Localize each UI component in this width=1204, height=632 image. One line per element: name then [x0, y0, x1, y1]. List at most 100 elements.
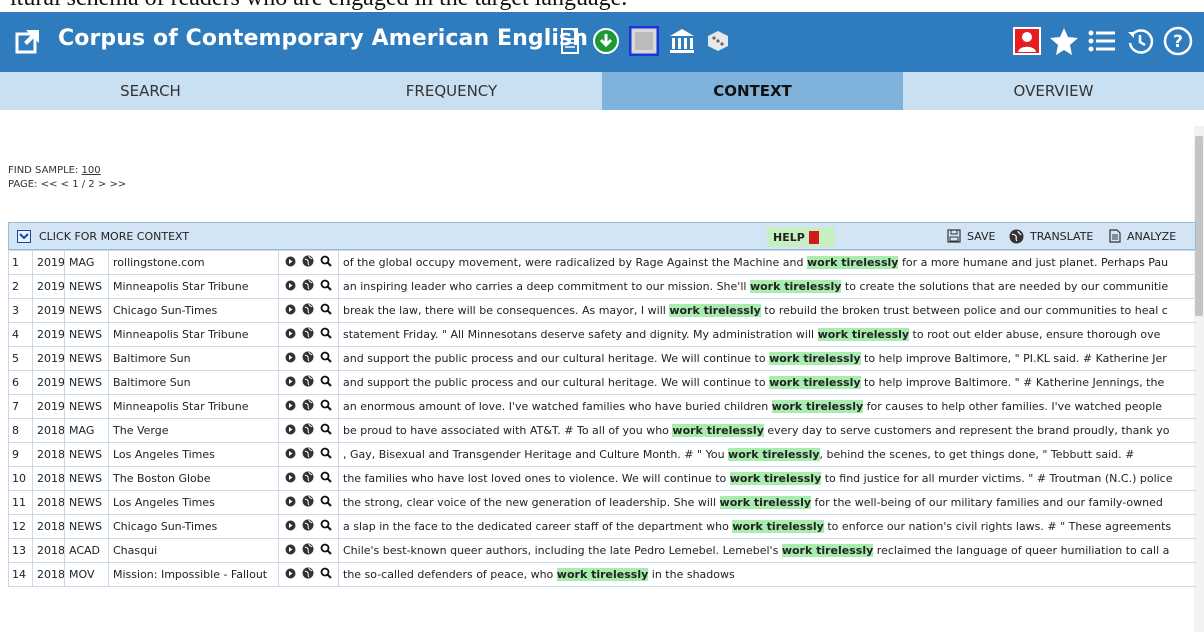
row-source[interactable]: The Verge — [108, 418, 279, 443]
download-icon[interactable] — [590, 25, 622, 57]
magnifier-icon[interactable] — [320, 327, 332, 339]
table-row[interactable]: 2 2019 NEWS Minneapolis Star Tribune an ins… — [8, 274, 1196, 299]
play-icon[interactable] — [285, 520, 296, 531]
table-row[interactable]: 14 2018 MOV Mission: Impossible - Fallout t… — [8, 562, 1196, 587]
more-context-label[interactable]: CLICK FOR MORE CONTEXT — [39, 230, 189, 243]
row-context[interactable]: , Gay, Bisexual and Transgender Heritage… — [338, 442, 1196, 467]
keyword-hit[interactable]: work tirelessly — [771, 400, 864, 413]
document-icon[interactable] — [554, 25, 586, 57]
history-icon[interactable] — [1124, 25, 1156, 57]
row-source[interactable]: Los Angeles Times — [108, 490, 279, 515]
play-icon[interactable] — [285, 328, 296, 339]
table-row[interactable]: 7 2019 NEWS Minneapolis Star Tribune an eno… — [8, 394, 1196, 419]
play-icon[interactable] — [285, 544, 296, 555]
scrollbar-thumb[interactable] — [1195, 136, 1203, 316]
tab-overview[interactable]: OVERVIEW — [903, 72, 1204, 110]
row-context[interactable]: an enormous amount of love. I've watched… — [338, 394, 1196, 419]
list-icon[interactable] — [1086, 25, 1118, 57]
keyword-hit[interactable]: work tirelessly — [749, 280, 842, 293]
dice-icon[interactable] — [702, 25, 734, 57]
table-row[interactable]: 9 2018 NEWS Los Angeles Times , Gay, Bisexu… — [8, 442, 1196, 467]
globe-icon[interactable] — [302, 351, 314, 363]
table-row[interactable]: 13 2018 ACAD Chasqui Chile's best-known que… — [8, 538, 1196, 563]
texture-icon[interactable] — [628, 25, 660, 57]
row-source[interactable]: Los Angeles Times — [108, 442, 279, 467]
keyword-hit[interactable]: work tirelessly — [669, 304, 761, 317]
keyword-hit[interactable]: work tirelessly — [769, 376, 861, 389]
table-row[interactable]: 8 2018 MAG The Verge be proud to have assoc… — [8, 418, 1196, 443]
play-icon[interactable] — [285, 424, 296, 435]
row-context[interactable]: statement Friday. " All Minnesotans dese… — [338, 322, 1196, 347]
globe-icon[interactable] — [302, 375, 314, 387]
star-icon[interactable] — [1048, 25, 1080, 57]
keyword-hit[interactable]: work tirelessly — [672, 424, 764, 437]
globe-icon[interactable] — [302, 567, 314, 579]
page-next-link[interactable]: > — [98, 179, 106, 190]
row-context[interactable]: an inspiring leader who carries a deep c… — [338, 274, 1196, 299]
keyword-hit[interactable]: work tirelessly — [817, 328, 910, 341]
magnifier-icon[interactable] — [320, 471, 332, 483]
table-row[interactable]: 5 2019 NEWS Baltimore Sun and support the p… — [8, 346, 1196, 371]
external-link-icon[interactable] — [14, 27, 42, 55]
row-source[interactable]: Chicago Sun-Times — [108, 298, 279, 323]
row-context[interactable]: the families who have lost loved ones to… — [338, 466, 1196, 491]
magnifier-icon[interactable] — [320, 255, 332, 267]
page-last-link[interactable]: >> — [109, 179, 126, 190]
globe-icon[interactable] — [302, 255, 314, 267]
table-row[interactable]: 1 2019 MAG rollingstone.com of the global o… — [8, 250, 1196, 275]
globe-icon[interactable] — [302, 495, 314, 507]
tab-frequency[interactable]: FREQUENCY — [301, 72, 602, 110]
keyword-hit[interactable]: work tirelessly — [728, 448, 820, 461]
globe-icon[interactable] — [302, 399, 314, 411]
globe-icon[interactable] — [302, 303, 314, 315]
magnifier-icon[interactable] — [320, 423, 332, 435]
translate-button[interactable]: TRANSLATE — [1009, 229, 1093, 244]
keyword-hit[interactable]: work tirelessly — [781, 544, 874, 557]
row-context[interactable]: and support the public process and our c… — [338, 346, 1196, 371]
row-source[interactable]: Minneapolis Star Tribune — [108, 322, 279, 347]
row-context[interactable]: of the global occupy movement, were radi… — [338, 250, 1196, 275]
magnifier-icon[interactable] — [320, 303, 332, 315]
globe-icon[interactable] — [302, 279, 314, 291]
row-source[interactable]: Chasqui — [108, 538, 279, 563]
play-icon[interactable] — [285, 568, 296, 579]
row-context[interactable]: break the law, there will be consequence… — [338, 298, 1196, 323]
keyword-hit[interactable]: work tirelessly — [806, 256, 899, 269]
table-row[interactable]: 12 2018 NEWS Chicago Sun-Times a slap in th… — [8, 514, 1196, 539]
table-row[interactable]: 6 2019 NEWS Baltimore Sun and support the p… — [8, 370, 1196, 395]
help-button[interactable]: HELP — [767, 227, 835, 247]
row-source[interactable]: The Boston Globe — [108, 466, 279, 491]
analyze-button[interactable]: ANALYZE — [1109, 229, 1176, 243]
play-icon[interactable] — [285, 400, 296, 411]
row-context[interactable]: be proud to have associated with AT&T. #… — [338, 418, 1196, 443]
magnifier-icon[interactable] — [320, 375, 332, 387]
page-first-link[interactable]: << — [41, 179, 58, 190]
play-icon[interactable] — [285, 304, 296, 315]
play-icon[interactable] — [285, 376, 296, 387]
row-source[interactable]: Mission: Impossible - Fallout — [108, 562, 279, 587]
page-prev-link[interactable]: < — [61, 179, 69, 190]
play-icon[interactable] — [285, 256, 296, 267]
globe-icon[interactable] — [302, 327, 314, 339]
row-source[interactable]: Baltimore Sun — [108, 346, 279, 371]
row-source[interactable]: Minneapolis Star Tribune — [108, 394, 279, 419]
expand-context-button[interactable] — [17, 230, 31, 243]
play-icon[interactable] — [285, 352, 296, 363]
table-row[interactable]: 4 2019 NEWS Minneapolis Star Tribune statem… — [8, 322, 1196, 347]
save-button[interactable]: SAVE — [947, 229, 995, 243]
magnifier-icon[interactable] — [320, 543, 332, 555]
globe-icon[interactable] — [302, 423, 314, 435]
keyword-hit[interactable]: work tirelessly — [719, 496, 812, 509]
row-source[interactable]: Chicago Sun-Times — [108, 514, 279, 539]
keyword-hit[interactable]: work tirelessly — [769, 352, 861, 365]
globe-icon[interactable] — [302, 471, 314, 483]
magnifier-icon[interactable] — [320, 399, 332, 411]
row-context[interactable]: Chile's best-known queer authors, includ… — [338, 538, 1196, 563]
tab-search[interactable]: SEARCH — [0, 72, 301, 110]
magnifier-icon[interactable] — [320, 567, 332, 579]
row-source[interactable]: Baltimore Sun — [108, 370, 279, 395]
keyword-hit[interactable]: work tirelessly — [732, 520, 824, 533]
globe-icon[interactable] — [302, 447, 314, 459]
magnifier-icon[interactable] — [320, 279, 332, 291]
table-row[interactable]: 10 2018 NEWS The Boston Globe the families … — [8, 466, 1196, 491]
